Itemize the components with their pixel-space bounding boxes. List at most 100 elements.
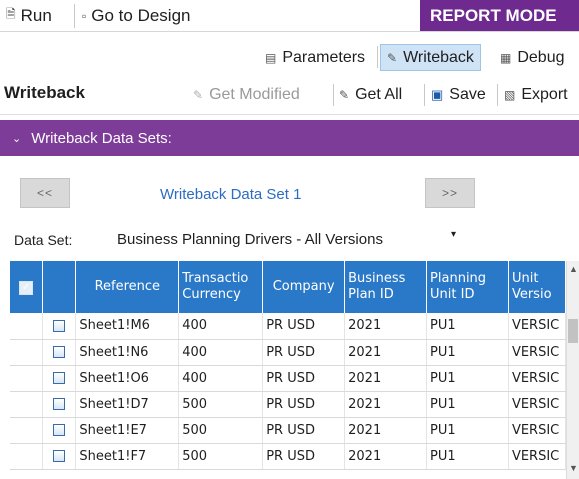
go-to-design-button[interactable]: ▫ Go to Design <box>82 0 191 31</box>
column-header-reference[interactable]: Reference <box>75 261 180 313</box>
column-header-company[interactable]: Company <box>262 261 346 313</box>
export-button[interactable]: ▧ Export <box>504 82 568 108</box>
table-row[interactable]: Sheet1!N6 400 PR USD 2021 PU1 VERSIC <box>10 339 566 366</box>
select-all-header[interactable]: ✓ <box>10 261 44 313</box>
grid-vertical-scrollbar[interactable]: ▲ ▼ <box>566 261 579 479</box>
cell-unit-id[interactable]: PU1 <box>426 443 509 470</box>
row-checkbox-cell[interactable] <box>42 391 77 418</box>
select-all-checkbox[interactable]: ✓ <box>19 281 34 295</box>
row-checkbox-cell[interactable] <box>42 313 77 340</box>
cell-unit-id[interactable]: PU1 <box>426 313 509 340</box>
column-header-business-plan-id[interactable]: Business Plan ID <box>344 261 428 313</box>
column-header-planning-unit-id[interactable]: Planning Unit ID <box>426 261 509 313</box>
row-checkbox-cell[interactable] <box>42 365 77 392</box>
table-row[interactable]: Sheet1!E7 500 PR USD 2021 PU1 VERSIC <box>10 417 566 444</box>
cell-currency[interactable]: 500 <box>178 443 264 470</box>
cell-currency[interactable]: 500 <box>178 417 264 444</box>
dropdown-arrow-icon[interactable]: ▾ <box>451 229 456 240</box>
tab-parameters[interactable]: ▤ Parameters <box>259 44 371 71</box>
cell-company[interactable]: PR USD <box>262 339 346 366</box>
row-selector-cell[interactable] <box>10 417 44 444</box>
row-selector-cell[interactable] <box>10 313 44 340</box>
cell-plan-id[interactable]: 2021 <box>344 417 428 444</box>
view-tabs: ▤ Parameters ✎ Writeback ▦ Debug <box>0 32 579 75</box>
column-header-unit-version[interactable]: Unit Versio <box>508 261 566 313</box>
cell-reference[interactable]: Sheet1!O6 <box>75 365 180 392</box>
cell-version[interactable]: VERSIC <box>508 339 566 366</box>
header-line: Plan ID <box>348 287 394 302</box>
cell-plan-id[interactable]: 2021 <box>344 313 428 340</box>
cell-plan-id[interactable]: 2021 <box>344 339 428 366</box>
run-button[interactable]: 🗎 Run <box>6 0 52 31</box>
row-selector-cell[interactable] <box>10 391 44 418</box>
scrollbar-thumb[interactable] <box>568 319 578 343</box>
top-toolbar: 🗎 Run ▫ Go to Design REPORT MODE <box>0 0 579 32</box>
writeback-table: ✓ Reference Transactio Currency Company B… <box>10 261 566 470</box>
save-button[interactable]: ▣ Save <box>431 82 486 108</box>
column-header-transaction-currency[interactable]: Transactio Currency <box>178 261 264 313</box>
scroll-down-icon[interactable]: ▼ <box>567 463 579 475</box>
row-checkbox[interactable] <box>53 372 66 384</box>
cell-reference[interactable]: Sheet1!F7 <box>75 443 180 470</box>
row-selector-cell[interactable] <box>10 365 44 392</box>
row-checkbox-cell[interactable] <box>42 339 77 366</box>
row-checkbox[interactable] <box>53 450 66 462</box>
previous-data-set-button[interactable]: << <box>20 178 70 208</box>
next-data-set-button[interactable]: >> <box>425 178 475 208</box>
table-row[interactable]: Sheet1!M6 400 PR USD 2021 PU1 VERSIC <box>10 313 566 340</box>
get-modified-button[interactable]: ✎ Get Modified <box>193 82 300 108</box>
cell-company[interactable]: PR USD <box>262 417 346 444</box>
cell-company[interactable]: PR USD <box>262 365 346 392</box>
go-to-design-label: Go to Design <box>91 5 191 25</box>
table-row[interactable]: Sheet1!O6 400 PR USD 2021 PU1 VERSIC <box>10 365 566 392</box>
cell-version[interactable]: VERSIC <box>508 391 566 418</box>
row-checkbox[interactable] <box>53 319 66 332</box>
row-checkbox-cell[interactable] <box>42 443 77 470</box>
cell-plan-id[interactable]: 2021 <box>344 365 428 392</box>
cell-plan-id[interactable]: 2021 <box>344 391 428 418</box>
cell-reference[interactable]: Sheet1!D7 <box>75 391 180 418</box>
cell-company[interactable]: PR USD <box>262 391 346 418</box>
row-checkbox[interactable] <box>53 424 66 436</box>
cell-currency[interactable]: 500 <box>178 391 264 418</box>
current-data-set-title: Writeback Data Set 1 <box>160 186 302 203</box>
data-set-select[interactable]: Business Planning Drivers - All Versions <box>117 231 383 248</box>
row-selector-cell[interactable] <box>10 443 44 470</box>
cell-company[interactable]: PR USD <box>262 313 346 340</box>
cell-company[interactable]: PR USD <box>262 443 346 470</box>
toolbar-divider <box>333 84 334 106</box>
tab-writeback[interactable]: ✎ Writeback <box>380 44 481 71</box>
table-row[interactable]: Sheet1!D7 500 PR USD 2021 PU1 VERSIC <box>10 391 566 418</box>
row-checkbox-cell[interactable] <box>42 417 77 444</box>
save-label: Save <box>449 86 486 103</box>
cell-version[interactable]: VERSIC <box>508 365 566 392</box>
cell-version[interactable]: VERSIC <box>508 417 566 444</box>
cell-reference[interactable]: Sheet1!M6 <box>75 313 180 340</box>
row-selector-cell[interactable] <box>10 339 44 366</box>
tab-divider <box>377 46 378 68</box>
get-all-icon: ✎ <box>339 88 350 102</box>
row-checkbox[interactable] <box>53 398 66 410</box>
cell-reference[interactable]: Sheet1!E7 <box>75 417 180 444</box>
cell-reference[interactable]: Sheet1!N6 <box>75 339 180 366</box>
run-label: Run <box>20 5 52 25</box>
cell-version[interactable]: VERSIC <box>508 443 566 470</box>
cell-currency[interactable]: 400 <box>178 365 264 392</box>
cell-currency[interactable]: 400 <box>178 339 264 366</box>
scroll-up-icon[interactable]: ▲ <box>567 264 579 276</box>
cell-currency[interactable]: 400 <box>178 313 264 340</box>
row-checkbox[interactable] <box>53 346 66 358</box>
cell-unit-id[interactable]: PU1 <box>426 417 509 444</box>
cell-plan-id[interactable]: 2021 <box>344 443 428 470</box>
writeback-data-sets-header[interactable]: ⌄ Writeback Data Sets: <box>0 120 579 156</box>
cell-version[interactable]: VERSIC <box>508 313 566 340</box>
parameters-icon: ▤ <box>265 50 277 65</box>
cell-unit-id[interactable]: PU1 <box>426 365 509 392</box>
tab-debug[interactable]: ▦ Debug <box>494 44 571 71</box>
chevron-down-icon: ⌄ <box>12 132 22 145</box>
table-row[interactable]: Sheet1!F7 500 PR USD 2021 PU1 VERSIC <box>10 443 566 470</box>
cell-unit-id[interactable]: PU1 <box>426 339 509 366</box>
document-icon: 🗎 <box>6 7 16 21</box>
cell-unit-id[interactable]: PU1 <box>426 391 509 418</box>
get-all-button[interactable]: ✎ Get All <box>339 82 402 108</box>
